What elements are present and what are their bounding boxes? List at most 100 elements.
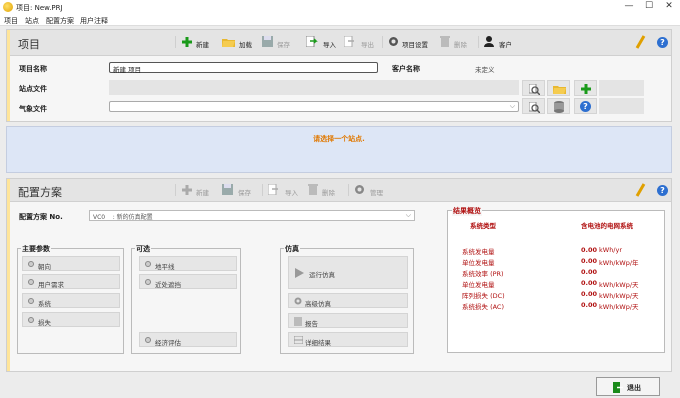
orientation-button[interactable]: 朝向 bbox=[22, 256, 120, 271]
results-group: 结果概览 系统类型 含电池的电网系统 系统发电量 0.00 kWh/yr 单位发… bbox=[447, 206, 665, 353]
economic-eval-button[interactable]: 经济评估 bbox=[139, 332, 237, 347]
result-label: 系统损失 (AC) bbox=[462, 303, 505, 311]
config-panel: 配置方案 新建 保存 导入 删除 管理 ? 配置方案 No. VC0 : 新的仿… bbox=[6, 178, 672, 372]
export-icon bbox=[343, 35, 356, 49]
user-needs-label: 用户需求 bbox=[38, 281, 64, 289]
export-button[interactable]: 导出 bbox=[343, 35, 382, 49]
run-simulation-button[interactable]: 运行仿真 bbox=[288, 256, 408, 289]
config-select[interactable]: VC0 : 新的仿真配置 ⌵ bbox=[89, 210, 415, 221]
report-button[interactable]: 报告 bbox=[288, 313, 408, 328]
site-new-button[interactable] bbox=[574, 80, 597, 96]
delete-label: 删除 bbox=[322, 189, 335, 197]
simulation-group: 仿真 运行仿真 高级仿真 报告 详细结果 bbox=[280, 244, 414, 354]
weather-database-button[interactable] bbox=[547, 98, 570, 114]
import-config-button[interactable]: 导入 bbox=[267, 183, 308, 197]
site-file-field[interactable] bbox=[109, 80, 519, 95]
new-config-button[interactable]: 新建 bbox=[182, 183, 222, 197]
help-icon[interactable]: ? bbox=[657, 37, 668, 48]
horizon-button[interactable]: 地平线 bbox=[139, 256, 237, 271]
divider bbox=[175, 184, 176, 196]
user-needs-button[interactable]: 用户需求 bbox=[22, 274, 120, 289]
manage-config-button[interactable]: 管理 bbox=[354, 183, 394, 197]
weather-help-button[interactable]: ? bbox=[574, 98, 597, 114]
exit-button[interactable]: 退出 bbox=[596, 377, 660, 396]
chevron-down-icon: ⌵ bbox=[509, 102, 515, 110]
client-button[interactable]: 客户 bbox=[484, 35, 524, 49]
database-icon bbox=[554, 101, 564, 115]
site-open-button[interactable] bbox=[547, 80, 570, 96]
help-icon[interactable]: ? bbox=[657, 185, 668, 196]
gear-icon bbox=[294, 297, 302, 307]
settings-label: 项目设置 bbox=[402, 41, 428, 49]
radio-icon bbox=[28, 298, 34, 304]
plus-icon bbox=[182, 185, 192, 197]
advanced-simulation-button[interactable]: 高级仿真 bbox=[288, 293, 408, 308]
site-search-button[interactable] bbox=[522, 80, 545, 96]
project-settings-button[interactable]: 项目设置 bbox=[388, 35, 438, 49]
result-unit: kWh/kWp/天 bbox=[599, 303, 639, 311]
save-config-button[interactable]: 保存 bbox=[222, 183, 262, 197]
losses-label: 损失 bbox=[38, 319, 51, 327]
import-button[interactable]: 导入 bbox=[305, 35, 342, 49]
radio-icon bbox=[145, 337, 151, 343]
system-type-label: 系统类型 bbox=[470, 222, 496, 230]
project-name-input[interactable]: 新建 项目 bbox=[109, 62, 378, 74]
project-header: 项目 新建 加载 保存 导入 导出 项目设置 删除 客户 ? bbox=[10, 30, 671, 56]
site-extra-field bbox=[599, 80, 644, 96]
new-project-button[interactable]: 新建 bbox=[182, 35, 222, 49]
config-title: 配置方案 bbox=[18, 186, 62, 199]
magnifier-icon bbox=[528, 83, 541, 97]
result-label: 系统发电量 bbox=[462, 248, 495, 256]
result-value: 0.00 bbox=[581, 301, 598, 309]
window-title: 项目: New.PRJ bbox=[16, 4, 63, 12]
edit-pencil-icon[interactable] bbox=[635, 35, 646, 49]
menu-project[interactable]: 项目 bbox=[4, 16, 18, 26]
result-unit: kWh/yr bbox=[599, 246, 623, 254]
plus-icon bbox=[581, 84, 591, 96]
main-params-group: 主要参数 朝向 用户需求 系统 损失 bbox=[17, 244, 124, 354]
weather-file-select[interactable]: ⌵ bbox=[109, 101, 519, 112]
config-value: VC0 : 新的仿真配置 bbox=[93, 214, 153, 221]
result-unit: kWh/kWp/天 bbox=[599, 292, 639, 300]
result-label: 系统效率 (PR) bbox=[462, 270, 504, 278]
site-file-label: 站点文件 bbox=[19, 85, 47, 93]
system-button[interactable]: 系统 bbox=[22, 293, 120, 308]
menu-config[interactable]: 配置方案 bbox=[46, 16, 74, 26]
import-label: 导入 bbox=[285, 189, 298, 197]
radio-icon bbox=[28, 279, 34, 285]
minimize-button[interactable]: — bbox=[622, 1, 636, 11]
weather-search-button[interactable] bbox=[522, 98, 545, 114]
delete-label: 删除 bbox=[454, 41, 467, 49]
maximize-button[interactable]: ☐ bbox=[642, 1, 656, 11]
folder-icon bbox=[553, 84, 566, 96]
result-value: 0.00 bbox=[581, 268, 598, 276]
result-label: 阵列损失 (DC) bbox=[462, 292, 505, 300]
edit-pencil-icon[interactable] bbox=[635, 183, 646, 197]
save-project-button[interactable]: 保存 bbox=[262, 35, 302, 49]
export-label: 导出 bbox=[361, 41, 374, 49]
menu-site[interactable]: 站点 bbox=[25, 16, 39, 26]
client-label: 客户 bbox=[499, 41, 512, 49]
results-title: 结果概览 bbox=[452, 206, 482, 216]
project-panel: 项目 新建 加载 保存 导入 导出 项目设置 删除 客户 ? 项目名称 新建 项… bbox=[6, 29, 672, 122]
report-icon bbox=[294, 317, 302, 328]
delete-project-button[interactable]: 删除 bbox=[440, 35, 474, 49]
near-shading-label: 近处遮挡 bbox=[155, 281, 181, 289]
losses-button[interactable]: 损失 bbox=[22, 312, 120, 327]
close-button[interactable]: ✕ bbox=[662, 1, 676, 11]
weather-extra-field bbox=[599, 98, 644, 114]
load-project-button[interactable]: 加载 bbox=[222, 35, 262, 49]
import-icon bbox=[305, 35, 318, 49]
near-shading-button[interactable]: 近处遮挡 bbox=[139, 274, 237, 289]
menu-user-notes[interactable]: 用户注释 bbox=[80, 16, 108, 26]
user-icon bbox=[484, 36, 494, 49]
radio-icon bbox=[145, 261, 151, 267]
app-icon bbox=[3, 2, 13, 12]
delete-config-button[interactable]: 删除 bbox=[308, 183, 346, 197]
folder-icon bbox=[222, 37, 235, 49]
gear-icon bbox=[354, 184, 365, 197]
radio-icon bbox=[28, 261, 34, 267]
save-label: 保存 bbox=[238, 189, 251, 197]
detailed-results-button[interactable]: 详细结果 bbox=[288, 332, 408, 347]
project-title: 项目 bbox=[18, 38, 40, 51]
